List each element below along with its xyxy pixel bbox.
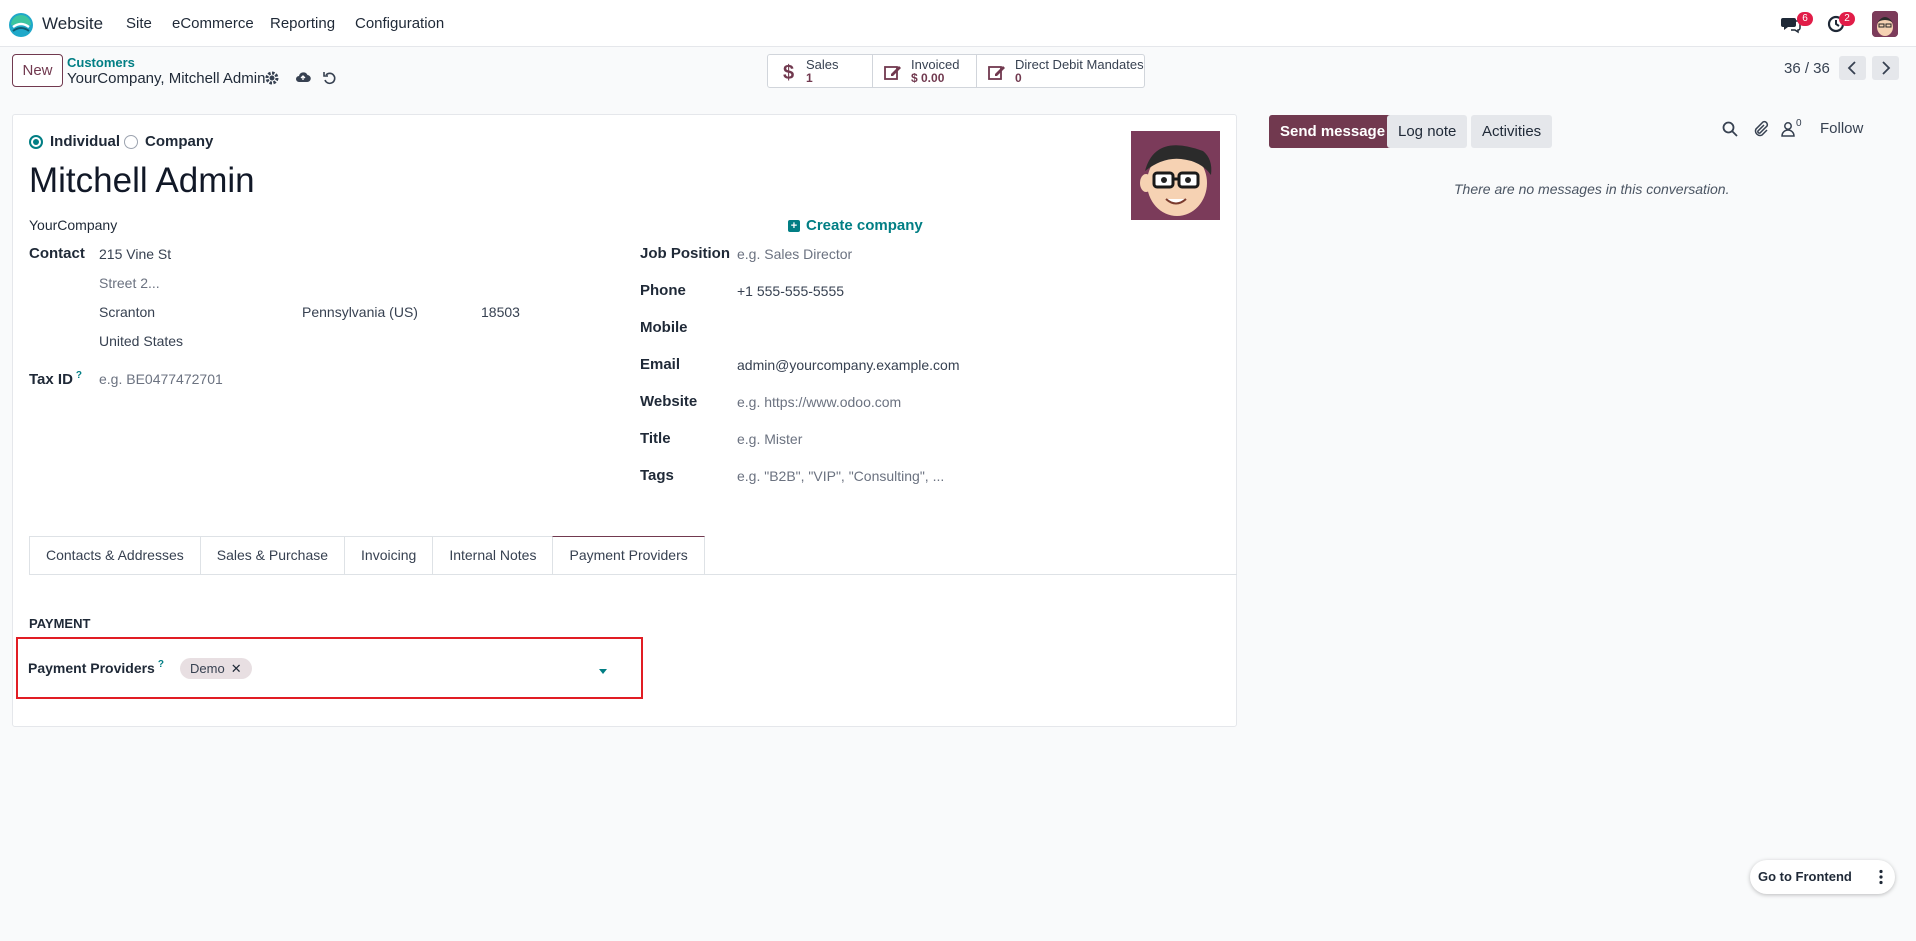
app-name[interactable]: Website xyxy=(42,14,103,34)
title-field[interactable]: e.g. Mister xyxy=(737,431,802,447)
website-label: Website xyxy=(640,393,698,410)
email-label: Email xyxy=(640,356,681,373)
menu-site[interactable]: Site xyxy=(126,15,152,32)
mobile-label: Mobile xyxy=(640,319,688,336)
pencil-square-icon xyxy=(884,66,901,80)
tag-label: Demo xyxy=(190,661,225,676)
log-note-button[interactable]: Log note xyxy=(1387,115,1468,148)
email-field[interactable]: admin@yourcompany.example.com xyxy=(737,357,960,373)
paperclip-icon[interactable] xyxy=(1752,120,1770,138)
menu-ecommerce[interactable]: eCommerce xyxy=(172,15,254,32)
send-message-button[interactable]: Send message xyxy=(1269,115,1397,148)
create-company-label: Create company xyxy=(806,217,923,234)
menu-configuration[interactable]: Configuration xyxy=(355,15,444,32)
tags-label: Tags xyxy=(640,467,674,484)
activities-badge: 2 xyxy=(1839,12,1855,26)
chevron-left-icon xyxy=(1847,61,1856,75)
tags-field[interactable]: e.g. "B2B", "VIP", "Consulting", ... xyxy=(737,468,944,484)
pencil-square-icon xyxy=(988,66,1005,80)
radio-individual[interactable] xyxy=(29,135,43,149)
more-vertical-icon[interactable] xyxy=(1871,867,1891,887)
country-field[interactable]: United States xyxy=(99,333,183,349)
tab-payment-providers[interactable]: Payment Providers xyxy=(552,536,705,575)
tax-id-field[interactable]: e.g. BE0477472701 xyxy=(99,371,223,387)
mobile-field[interactable] xyxy=(737,320,1037,338)
followers-icon[interactable] xyxy=(1779,120,1797,138)
partner-name-field[interactable]: Mitchell Admin xyxy=(29,161,255,201)
job-position-field[interactable]: e.g. Sales Director xyxy=(737,246,852,262)
title-label: Title xyxy=(640,430,671,447)
dollar-icon: $ xyxy=(783,62,794,82)
discard-undo-icon[interactable] xyxy=(322,70,338,86)
follow-button[interactable]: Follow xyxy=(1820,120,1863,137)
phone-field[interactable]: +1 555-555-5555 xyxy=(737,283,844,299)
invoiced-smart-button[interactable]: Invoiced $ 0.00 xyxy=(873,55,977,87)
street-field[interactable]: 215 Vine St xyxy=(99,246,171,262)
job-position-label: Job Position xyxy=(640,245,730,262)
search-icon[interactable] xyxy=(1721,120,1739,138)
form-sheet: Individual Company Mitchell Admin YourCo… xyxy=(12,114,1237,727)
street2-field[interactable]: Street 2... xyxy=(99,275,160,291)
menu-reporting[interactable]: Reporting xyxy=(270,15,335,32)
dropdown-caret-icon[interactable] xyxy=(599,669,607,674)
radio-company[interactable] xyxy=(124,135,138,149)
empty-conversation-text: There are no messages in this conversati… xyxy=(1454,181,1730,197)
zip-field[interactable]: 18503 xyxy=(481,304,520,320)
radio-company-label[interactable]: Company xyxy=(145,133,213,150)
smart-buttons-box: $ Sales 1 Invoiced $ 0.00 Direct Debit M… xyxy=(767,54,1145,88)
radio-individual-label[interactable]: Individual xyxy=(50,133,120,150)
sales-value: 1 xyxy=(806,71,813,85)
sales-smart-button[interactable]: $ Sales 1 xyxy=(768,55,873,87)
chevron-right-icon xyxy=(1882,61,1891,75)
direct-debit-label: Direct Debit Mandates xyxy=(1015,57,1144,72)
partner-photo[interactable] xyxy=(1131,131,1220,220)
gear-icon[interactable] xyxy=(264,70,280,86)
followers-count: 0 xyxy=(1796,118,1802,129)
tabs-divider xyxy=(29,574,1237,575)
tab-invoicing[interactable]: Invoicing xyxy=(344,536,434,574)
new-button[interactable]: New xyxy=(12,54,63,87)
go-to-frontend-button[interactable]: Go to Frontend xyxy=(1758,869,1852,884)
contact-label: Contact xyxy=(29,245,85,262)
direct-debit-value: 0 xyxy=(1015,71,1022,85)
create-company-button[interactable]: + Create company xyxy=(788,217,923,234)
tag-remove-icon[interactable]: ✕ xyxy=(231,661,242,676)
direct-debit-smart-button[interactable]: Direct Debit Mandates 0 xyxy=(977,55,1144,87)
state-field[interactable]: Pennsylvania (US) xyxy=(302,304,418,320)
svg-text:$: $ xyxy=(783,62,794,82)
tab-internal-notes[interactable]: Internal Notes xyxy=(432,536,554,574)
tax-id-label: Tax ID? xyxy=(29,370,83,388)
sales-label: Sales xyxy=(806,57,839,72)
payment-provider-tag: Demo ✕ xyxy=(180,658,252,679)
pager-previous-button[interactable] xyxy=(1839,56,1866,80)
tab-sales-purchase[interactable]: Sales & Purchase xyxy=(199,536,346,574)
payment-providers-label: Payment Providers? xyxy=(28,659,164,676)
top-navbar: Website Site eCommerce Reporting Configu… xyxy=(0,0,1916,47)
breadcrumb-current-record: YourCompany, Mitchell Admin xyxy=(67,70,266,87)
help-tooltip-icon[interactable]: ? xyxy=(158,659,164,670)
breadcrumb-customers[interactable]: Customers xyxy=(67,55,135,70)
invoiced-value: $ 0.00 xyxy=(911,71,945,85)
payment-section-title: PAYMENT xyxy=(29,616,91,631)
activities-button[interactable]: Activities xyxy=(1471,115,1553,148)
notebook-tabs: Contacts & Addresses Sales & Purchase In… xyxy=(29,536,705,575)
tab-contacts-addresses[interactable]: Contacts & Addresses xyxy=(29,536,201,574)
frontend-toolbar: Go to Frontend xyxy=(1750,860,1895,894)
website-field[interactable]: e.g. https://www.odoo.com xyxy=(737,394,901,410)
company-field[interactable]: YourCompany xyxy=(29,217,117,233)
phone-label: Phone xyxy=(640,282,686,299)
invoiced-label: Invoiced xyxy=(911,57,960,72)
pager-value[interactable]: 36 / 36 xyxy=(1784,60,1830,77)
plus-square-icon: + xyxy=(788,220,800,232)
city-field[interactable]: Scranton xyxy=(99,304,155,320)
help-tooltip-icon[interactable]: ? xyxy=(76,370,82,381)
user-avatar[interactable] xyxy=(1872,11,1898,37)
website-app-icon[interactable] xyxy=(8,12,34,38)
messages-badge: 6 xyxy=(1797,12,1813,26)
cloud-save-icon[interactable] xyxy=(295,69,311,85)
pager-next-button[interactable] xyxy=(1872,56,1899,80)
